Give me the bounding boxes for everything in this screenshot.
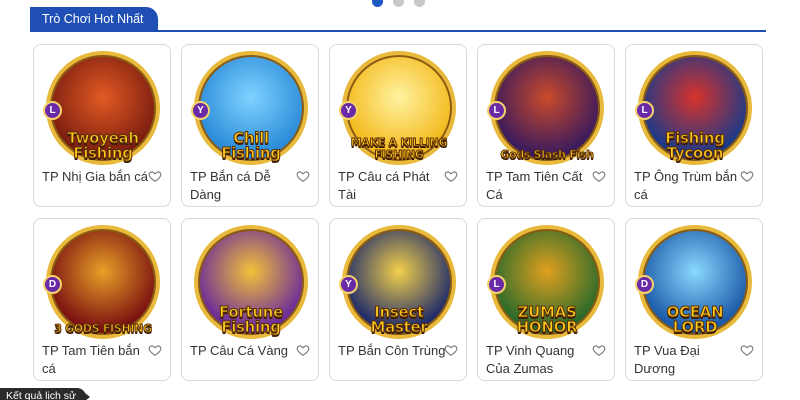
game-card[interactable]: D 3 GODS FISHING TP Tam Tiên bắn cá (33, 218, 171, 381)
game-logo: OCEAN LORD (635, 304, 755, 336)
game-logo: Insect Master (339, 304, 459, 336)
pager-dot-3[interactable] (414, 0, 425, 7)
game-title[interactable]: TP Câu cá Phát Tài (338, 168, 446, 204)
game-logo-line2: Tycoon (666, 144, 724, 162)
heart-outline-icon[interactable] (740, 343, 754, 357)
provider-badge: L (635, 101, 654, 120)
game-logo: MAKE A KILLING FISHING (339, 136, 459, 161)
game-logo: 3 GODS FISHING (43, 322, 163, 335)
provider-badge: Y (339, 101, 358, 120)
provider-badge: D (635, 275, 654, 294)
game-card[interactable]: L ZUMAS HONOR TP Vinh Quang Của Zumas (477, 218, 615, 381)
game-title[interactable]: TP Bắn Côn Trùng (338, 342, 446, 360)
game-logo-line2: Master (370, 318, 428, 336)
heart-outline-icon[interactable] (148, 343, 162, 357)
section-title: Trò Chơi Hot Nhất (30, 7, 158, 32)
game-title[interactable]: TP Tam Tiên bắn cá (42, 342, 150, 378)
game-logo-line1: 3 GODS FISHING (54, 322, 153, 335)
section-header: Trò Chơi Hot Nhất (30, 7, 766, 32)
game-logo: Twoyeah Fishing (43, 130, 163, 162)
game-thumbnail[interactable]: D 3 GODS FISHING (43, 225, 163, 339)
game-title[interactable]: TP Vua Đại Dương (634, 342, 742, 378)
game-logo-line2: Fishing (73, 144, 134, 162)
game-logo: Fortune Fishing (191, 304, 311, 336)
provider-badge: Y (191, 101, 210, 120)
game-thumbnail[interactable]: L Twoyeah Fishing (43, 51, 163, 165)
game-card[interactable]: Y MAKE A KILLING FISHING TP Câu cá Phát Tài (329, 44, 467, 207)
game-title[interactable]: TP Bắn cá Dễ Dàng (190, 168, 298, 204)
game-card[interactable]: L Fishing Tycoon TP Ông Trùm bắn cá (625, 44, 763, 207)
game-thumbnail[interactable]: Y Chill Fishing (191, 51, 311, 165)
game-title[interactable]: TP Ông Trùm bắn cá (634, 168, 742, 204)
game-card[interactable]: L Gods Slash Fish TP Tam Tiên Cất Cá (477, 44, 615, 207)
pager-dot-2[interactable] (393, 0, 404, 7)
game-thumbnail[interactable]: L Fishing Tycoon (635, 51, 755, 165)
provider-badge: D (43, 275, 62, 294)
heart-outline-icon[interactable] (148, 169, 162, 183)
heart-outline-icon[interactable] (444, 169, 458, 183)
heart-outline-icon[interactable] (296, 169, 310, 183)
game-logo-line2: Fishing (221, 144, 282, 162)
game-card[interactable]: D OCEAN LORD TP Vua Đại Dương (625, 218, 763, 381)
game-logo-line1: Gods Slash Fish (500, 148, 595, 161)
provider-badge: Y (339, 275, 358, 294)
provider-badge: L (43, 101, 62, 120)
game-logo-line2: LORD (672, 318, 718, 336)
game-grid: L Twoyeah Fishing TP Nhị Gia bắn cá Y Chill Fi… (33, 44, 763, 381)
game-thumbnail[interactable]: D OCEAN LORD (635, 225, 755, 339)
pager-dot-1[interactable] (372, 0, 383, 7)
heart-outline-icon[interactable] (444, 343, 458, 357)
game-thumbnail[interactable]: Y Insect Master (339, 225, 459, 339)
game-title[interactable]: TP Tam Tiên Cất Cá (486, 168, 594, 204)
game-logo: ZUMAS HONOR (487, 304, 607, 336)
provider-badge: L (487, 101, 506, 120)
game-thumbnail[interactable]: L Gods Slash Fish (487, 51, 607, 165)
game-title[interactable]: TP Vinh Quang Của Zumas (486, 342, 594, 378)
game-title[interactable]: TP Nhị Gia bắn cá (42, 168, 150, 186)
carousel-pager (372, 0, 425, 7)
game-logo-line2: HONOR (516, 318, 578, 336)
game-thumbnail[interactable]: Y MAKE A KILLING FISHING (339, 51, 459, 165)
game-card[interactable]: Y Chill Fishing TP Bắn cá Dễ Dàng (181, 44, 319, 207)
game-card[interactable]: L Twoyeah Fishing TP Nhị Gia bắn cá (33, 44, 171, 207)
game-logo-line2: Fishing (221, 318, 282, 336)
game-logo: Chill Fishing (191, 130, 311, 162)
game-thumbnail[interactable]: L ZUMAS HONOR (487, 225, 607, 339)
game-thumbnail[interactable]: Fortune Fishing (191, 225, 311, 339)
game-title[interactable]: TP Câu Cá Vàng (190, 342, 298, 360)
heart-outline-icon[interactable] (592, 343, 606, 357)
game-logo: Gods Slash Fish (487, 148, 607, 161)
game-card[interactable]: Y Insect Master TP Bắn Côn Trùng (329, 218, 467, 381)
heart-outline-icon[interactable] (592, 169, 606, 183)
game-logo: Fishing Tycoon (635, 130, 755, 162)
heart-outline-icon[interactable] (296, 343, 310, 357)
provider-badge: L (487, 275, 506, 294)
game-card[interactable]: Fortune Fishing TP Câu Cá Vàng (181, 218, 319, 381)
game-logo-line2: FISHING (374, 148, 424, 161)
history-tooltip: Kết quả lịch sử (0, 388, 91, 400)
heart-outline-icon[interactable] (740, 169, 754, 183)
